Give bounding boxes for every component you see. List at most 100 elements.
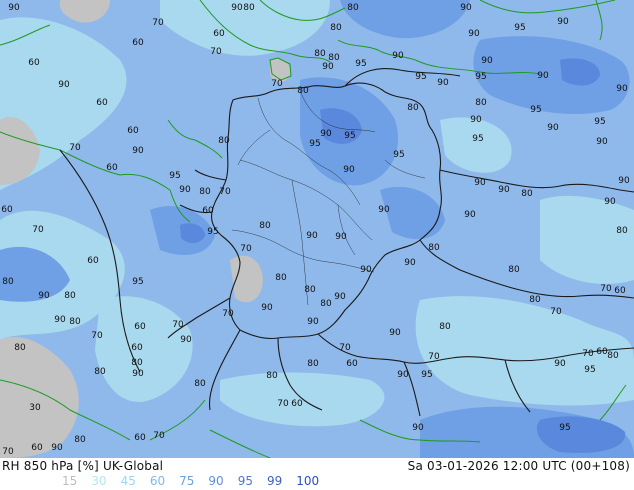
contour-label: 90 bbox=[474, 178, 486, 188]
contour-label: 80 bbox=[64, 291, 76, 301]
contour-label: 80 bbox=[131, 358, 143, 368]
contour-label: 90 bbox=[596, 137, 608, 147]
contour-label: 95 bbox=[475, 72, 486, 82]
contour-label: 60 bbox=[127, 126, 139, 136]
rh-850-map: 90 90 80 70 60 70 60 80 80 80 90 95 90 95 90 95 90 90 90 90… bbox=[0, 0, 634, 458]
contour-label: 90 bbox=[464, 210, 476, 220]
contour-label: 60 bbox=[614, 286, 626, 296]
contour-label: 95 bbox=[355, 59, 366, 69]
contour-label: 90 bbox=[470, 115, 482, 125]
contour-label: 80 bbox=[297, 86, 309, 96]
contour-label: 80 bbox=[607, 351, 619, 361]
contour-label: 95 bbox=[584, 365, 595, 375]
contour-label: 60 bbox=[134, 433, 146, 443]
contour-label: 90 bbox=[397, 370, 409, 380]
legend-value: 30 bbox=[91, 474, 107, 488]
contour-label: 90 bbox=[335, 232, 347, 242]
product-title: RH 850 hPa [%] UK-Global bbox=[2, 459, 164, 473]
contour-label: 90 bbox=[306, 231, 318, 241]
contour-label: 60 bbox=[291, 399, 303, 409]
legend-value: 60 bbox=[149, 474, 166, 488]
contour-label: 95 bbox=[132, 277, 143, 287]
contour-label: 70 bbox=[152, 18, 164, 28]
contour-label: 60 bbox=[1, 205, 13, 215]
contour-label: 80 bbox=[407, 103, 419, 113]
contour-label: 80 bbox=[508, 265, 520, 275]
contour-label: 80 bbox=[14, 343, 26, 353]
contour-label: 70 bbox=[222, 309, 234, 319]
contour-label: 90 bbox=[360, 265, 372, 275]
contour-label: 90 bbox=[307, 317, 319, 327]
contour-label: 60 bbox=[213, 29, 225, 39]
contour-label: 70 bbox=[271, 79, 283, 89]
contour-label: 90 bbox=[437, 78, 449, 88]
contour-label: 90 bbox=[231, 3, 243, 13]
contour-label: 80 bbox=[320, 299, 332, 309]
contour-label: 90 bbox=[537, 71, 549, 81]
contour-label: 90 bbox=[322, 62, 334, 72]
contour-label: 90 bbox=[378, 205, 390, 215]
contour-label: 80 bbox=[307, 359, 319, 369]
contour-label: 90 bbox=[132, 146, 144, 156]
contour-label: 95 bbox=[421, 370, 432, 380]
contour-label: 95 bbox=[309, 139, 320, 149]
contour-label: 60 bbox=[96, 98, 108, 108]
contour-label: 90 bbox=[54, 315, 66, 325]
legend-value: 100 bbox=[296, 474, 320, 488]
contour-label: 90 bbox=[547, 123, 559, 133]
contour-label: 90 bbox=[616, 84, 628, 94]
legend-value: 99 bbox=[266, 474, 283, 488]
map-footer: RH 850 hPa [%] UK-Global Sa 03-01-2026 1… bbox=[0, 458, 634, 490]
contour-label: 90 bbox=[179, 185, 191, 195]
contour-label: 60 bbox=[346, 359, 358, 369]
contour-label: 90 bbox=[618, 176, 630, 186]
contour-label: 80 bbox=[69, 317, 81, 327]
contour-label: 90 bbox=[460, 3, 472, 13]
contour-label: 70 bbox=[219, 187, 231, 197]
contour-label: 70 bbox=[210, 47, 222, 57]
contour-label: 70 bbox=[2, 447, 14, 457]
contour-label: 80 bbox=[266, 371, 278, 381]
contour-label: 90 bbox=[8, 3, 20, 13]
contour-label: 80 bbox=[275, 273, 287, 283]
contour-label: 60 bbox=[596, 347, 608, 357]
contour-label: 80 bbox=[314, 49, 326, 59]
contour-label: 90 bbox=[343, 165, 355, 175]
contour-label: 90 bbox=[51, 443, 63, 453]
contour-label: 90 bbox=[132, 369, 144, 379]
contour-label: 95 bbox=[415, 72, 426, 82]
contour-label: 70 bbox=[172, 320, 184, 330]
contour-label: 30 bbox=[29, 403, 41, 413]
legend-value: 15 bbox=[62, 474, 78, 488]
contour-label: 90 bbox=[468, 29, 480, 39]
contour-label: 70 bbox=[69, 143, 81, 153]
contour-label: 95 bbox=[344, 131, 355, 141]
contour-label: 70 bbox=[91, 331, 103, 341]
contour-label: 95 bbox=[472, 134, 483, 144]
contour-label: 80 bbox=[199, 187, 211, 197]
contour-label: 80 bbox=[428, 243, 440, 253]
contour-label: 60 bbox=[134, 322, 146, 332]
contour-label: 80 bbox=[475, 98, 487, 108]
contour-label: 70 bbox=[550, 307, 562, 317]
contour-label: 90 bbox=[412, 423, 424, 433]
contour-label: 80 bbox=[616, 226, 628, 236]
map-canvas: 90 90 80706070608080 8090 959095909590909090… bbox=[0, 0, 634, 458]
contour-label: 90 bbox=[389, 328, 401, 338]
valid-time: Sa 03-01-2026 12:00 UTC (00+108) bbox=[407, 459, 630, 473]
contour-label: 60 bbox=[132, 38, 144, 48]
contour-label: 90 bbox=[481, 56, 493, 66]
legend-value: 95 bbox=[237, 474, 253, 488]
contour-label: 80 bbox=[194, 379, 206, 389]
legend-value: 45 bbox=[120, 474, 136, 488]
contour-label: 70 bbox=[339, 343, 351, 353]
legend-value: 90 bbox=[208, 474, 224, 488]
contour-label: 80 bbox=[2, 277, 14, 287]
contour-label: 80 bbox=[74, 435, 86, 445]
contour-label: 60 bbox=[202, 206, 214, 216]
contour-label: 80 bbox=[218, 136, 230, 146]
contour-label: 70 bbox=[153, 431, 165, 441]
color-legend: 15 30 45 60 75 90 95 99 100 bbox=[62, 474, 333, 488]
contour-label: 70 bbox=[32, 225, 44, 235]
contour-label: 80 bbox=[521, 189, 533, 199]
